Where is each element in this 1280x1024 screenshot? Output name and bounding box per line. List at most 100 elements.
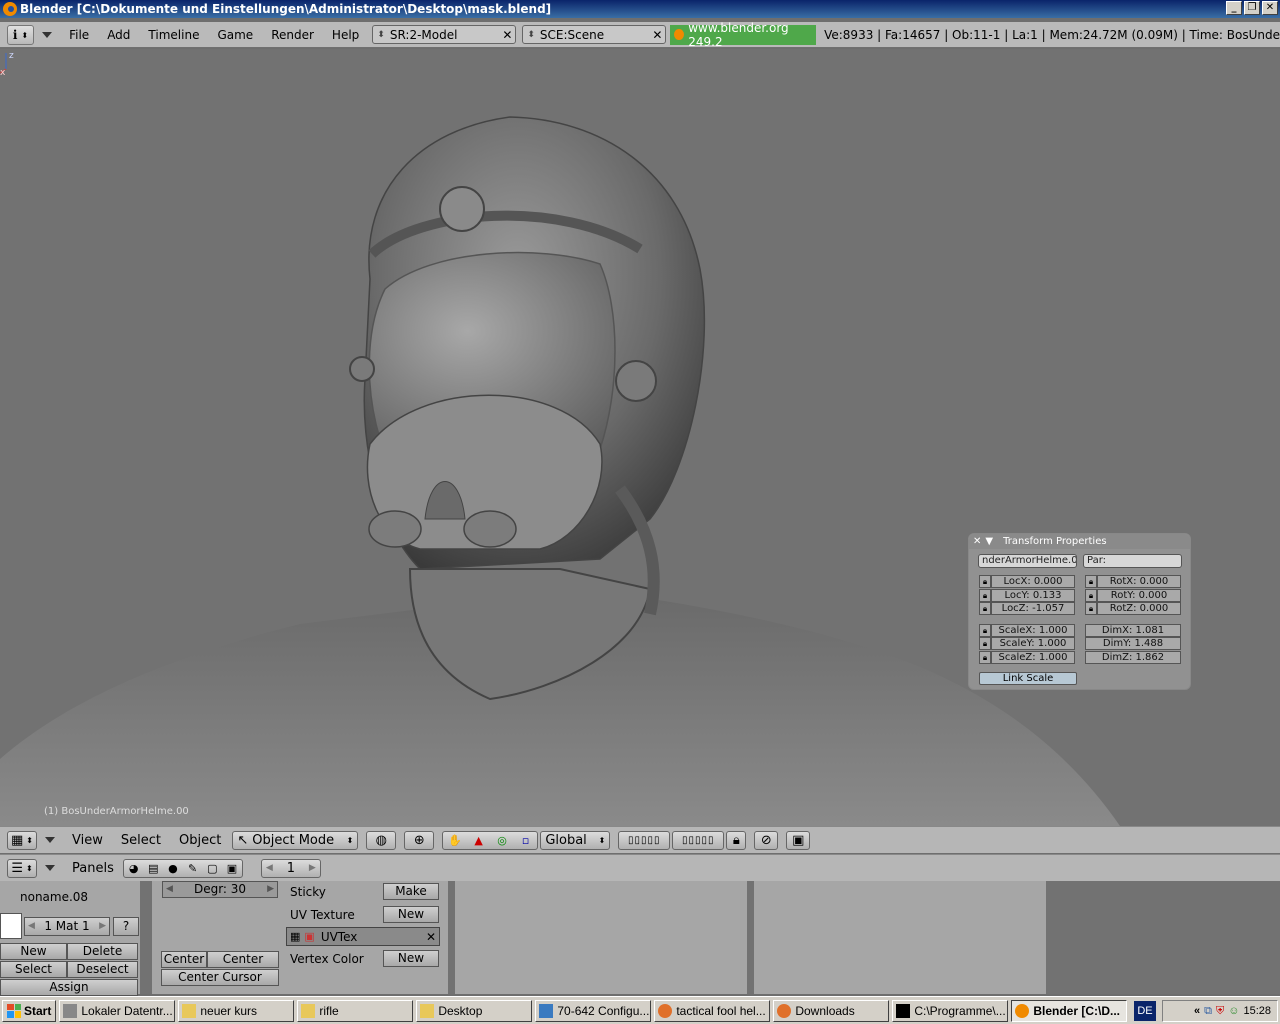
scaley-field[interactable]: ScaleY: 1.000: [991, 637, 1075, 650]
vertex-color-new-button[interactable]: New: [383, 950, 439, 967]
draw-type-selector[interactable]: ◍: [366, 830, 397, 850]
center-cursor-button[interactable]: Center Cursor: [161, 969, 279, 986]
taskbar-item-rifle[interactable]: rifle: [297, 999, 414, 1022]
lock-icon[interactable]: 🔒︎: [979, 624, 991, 637]
scene-selector[interactable]: ⬍ SCE:Scene ✕: [522, 25, 667, 44]
lock-icon[interactable]: 🔒︎: [979, 651, 991, 664]
collapse-menu-icon[interactable]: [45, 865, 55, 871]
delete-screen-icon[interactable]: ✕: [499, 28, 515, 42]
taskbar-item-blender[interactable]: Blender [C:\D...: [1011, 999, 1128, 1022]
editing-icon[interactable]: ▢: [204, 860, 220, 876]
degr-field[interactable]: ◀ Degr: 30 ▶: [162, 881, 278, 898]
taskbar-item-local-drive[interactable]: Lokaler Datentr...: [59, 999, 176, 1022]
uv-texture-new-button[interactable]: New: [383, 906, 439, 923]
locy-field[interactable]: LocY: 0.133: [991, 589, 1075, 602]
script-icon[interactable]: ▤: [145, 860, 161, 876]
info-editor-type-button[interactable]: i ⬍: [7, 24, 35, 45]
language-indicator[interactable]: DE: [1134, 1001, 1156, 1021]
manipulator-toggles[interactable]: ✋ ▲ ◎ ▫: [442, 830, 539, 850]
deselect-material-button[interactable]: Deselect: [67, 961, 138, 978]
context-buttons[interactable]: ◕ ▤ ● ✎ ▢ ▣: [122, 858, 243, 878]
security-shield-icon[interactable]: ⛨: [1216, 1005, 1224, 1018]
menu-timeline[interactable]: Timeline: [139, 28, 208, 42]
taskbar-item-cmd[interactable]: C:\Programme\...: [892, 999, 1009, 1022]
uvtex-layer[interactable]: ▦ ▣ UVTex ✕: [286, 927, 440, 946]
menu-render[interactable]: Render: [262, 28, 323, 42]
lock-icon[interactable]: 🔒︎: [1085, 589, 1097, 602]
mode-selector[interactable]: ↖ Object Mode ⬍: [232, 830, 359, 850]
locx-field[interactable]: LocX: 0.000: [991, 575, 1075, 588]
link-scale-button[interactable]: Link Scale: [979, 672, 1077, 685]
lock-icon[interactable]: 🔒︎: [979, 589, 991, 602]
orientation-selector[interactable]: Global ⬍: [540, 830, 611, 850]
network-icon[interactable]: ⧉: [1204, 1005, 1212, 1018]
lock-layers-button[interactable]: 🔒︎: [726, 830, 747, 850]
scalex-field[interactable]: ScaleX: 1.000: [991, 624, 1075, 637]
collapse-menu-icon[interactable]: [42, 31, 53, 38]
opengl-render-button[interactable]: ⊘: [754, 830, 779, 850]
roty-field[interactable]: RotY: 0.000: [1097, 589, 1181, 602]
tray-expand-icon[interactable]: «: [1194, 1005, 1200, 1017]
material-color-swatch[interactable]: [0, 913, 22, 939]
material-index-field[interactable]: ◀ 1 Mat 1 ▶: [24, 917, 110, 936]
3d-viewport[interactable]: z x (1) BosUnderArmorHelme.00 ✕ ▼ Transf…: [0, 49, 1280, 826]
taskbar-item-firefox-tactical[interactable]: tactical fool hel...: [654, 999, 771, 1022]
translate-icon[interactable]: ▲: [471, 832, 487, 848]
rotate-icon[interactable]: ◎: [494, 832, 510, 848]
dimx-field[interactable]: DimX: 1.081: [1085, 624, 1181, 637]
delete-scene-icon[interactable]: ✕: [649, 28, 665, 42]
hand-icon[interactable]: ✋: [447, 832, 463, 848]
menu-select[interactable]: Select: [112, 833, 170, 848]
scale-icon[interactable]: ▫: [518, 832, 534, 848]
menu-add[interactable]: Add: [98, 28, 139, 42]
taskbar-item-70-642[interactable]: 70-642 Configu...: [535, 999, 652, 1022]
dimz-field[interactable]: DimZ: 1.862: [1085, 651, 1181, 664]
close-panel-icon[interactable]: ✕: [973, 536, 981, 547]
screen-selector[interactable]: ⬍ SR:2-Model ✕: [372, 25, 517, 44]
pivot-selector[interactable]: ⊕: [404, 830, 435, 850]
collapse-menu-icon[interactable]: [45, 837, 55, 843]
layer-buttons-1[interactable]: ▯▯▯▯▯: [618, 830, 671, 850]
frame-number-field[interactable]: ◀ 1 ▶: [260, 858, 321, 878]
assign-material-button[interactable]: Assign: [0, 979, 138, 996]
select-material-button[interactable]: Select: [0, 961, 67, 978]
center-button[interactable]: Center: [161, 951, 207, 968]
parent-field[interactable]: Par:: [1083, 554, 1182, 568]
rotz-field[interactable]: RotZ: 0.000: [1097, 602, 1181, 615]
sticky-make-button[interactable]: Make: [383, 883, 439, 900]
start-button[interactable]: Start: [2, 999, 57, 1022]
lock-icon[interactable]: 🔒︎: [1085, 575, 1097, 588]
messenger-icon[interactable]: ☺: [1228, 1005, 1239, 1017]
menu-view[interactable]: View: [63, 833, 112, 848]
editor-type-button[interactable]: ☰ ⬍: [7, 858, 37, 878]
minimize-button[interactable]: _: [1226, 1, 1242, 15]
delete-material-button[interactable]: Delete: [67, 943, 138, 960]
lock-icon[interactable]: 🔒︎: [979, 602, 991, 615]
menu-object[interactable]: Object: [170, 833, 230, 848]
taskbar-item-downloads[interactable]: Downloads: [773, 999, 890, 1022]
object-icon[interactable]: ✎: [185, 860, 201, 876]
editor-type-button[interactable]: ▦ ⬍: [7, 830, 37, 850]
delete-uvtex-icon[interactable]: ✕: [426, 930, 436, 944]
blender-website-link[interactable]: www.blender.org 249.2: [670, 21, 817, 49]
panels-label[interactable]: Panels: [63, 861, 123, 876]
scene-icon[interactable]: ▣: [224, 860, 240, 876]
shading-icon[interactable]: ●: [165, 860, 181, 876]
object-name-field[interactable]: nderArmorHelme.00: [978, 554, 1077, 568]
restore-button[interactable]: ❐: [1244, 1, 1260, 15]
taskbar-item-neuer-kurs[interactable]: neuer kurs: [178, 999, 295, 1022]
new-material-button[interactable]: New: [0, 943, 67, 960]
material-help-button[interactable]: ?: [113, 917, 139, 936]
layer-buttons-2[interactable]: ▯▯▯▯▯: [672, 830, 725, 850]
center-new-button[interactable]: Center New: [207, 951, 279, 981]
collapse-panel-icon[interactable]: ▼: [985, 536, 993, 547]
close-button[interactable]: ✕: [1262, 1, 1278, 15]
lock-icon[interactable]: 🔒︎: [979, 575, 991, 588]
rotx-field[interactable]: RotX: 0.000: [1097, 575, 1181, 588]
opengl-image-button[interactable]: ▣: [786, 830, 811, 850]
logic-icon[interactable]: ◕: [126, 860, 142, 876]
menu-help[interactable]: Help: [323, 28, 368, 42]
lock-icon[interactable]: 🔒︎: [979, 637, 991, 650]
locz-field[interactable]: LocZ: -1.057: [991, 602, 1075, 615]
scalez-field[interactable]: ScaleZ: 1.000: [991, 651, 1075, 664]
